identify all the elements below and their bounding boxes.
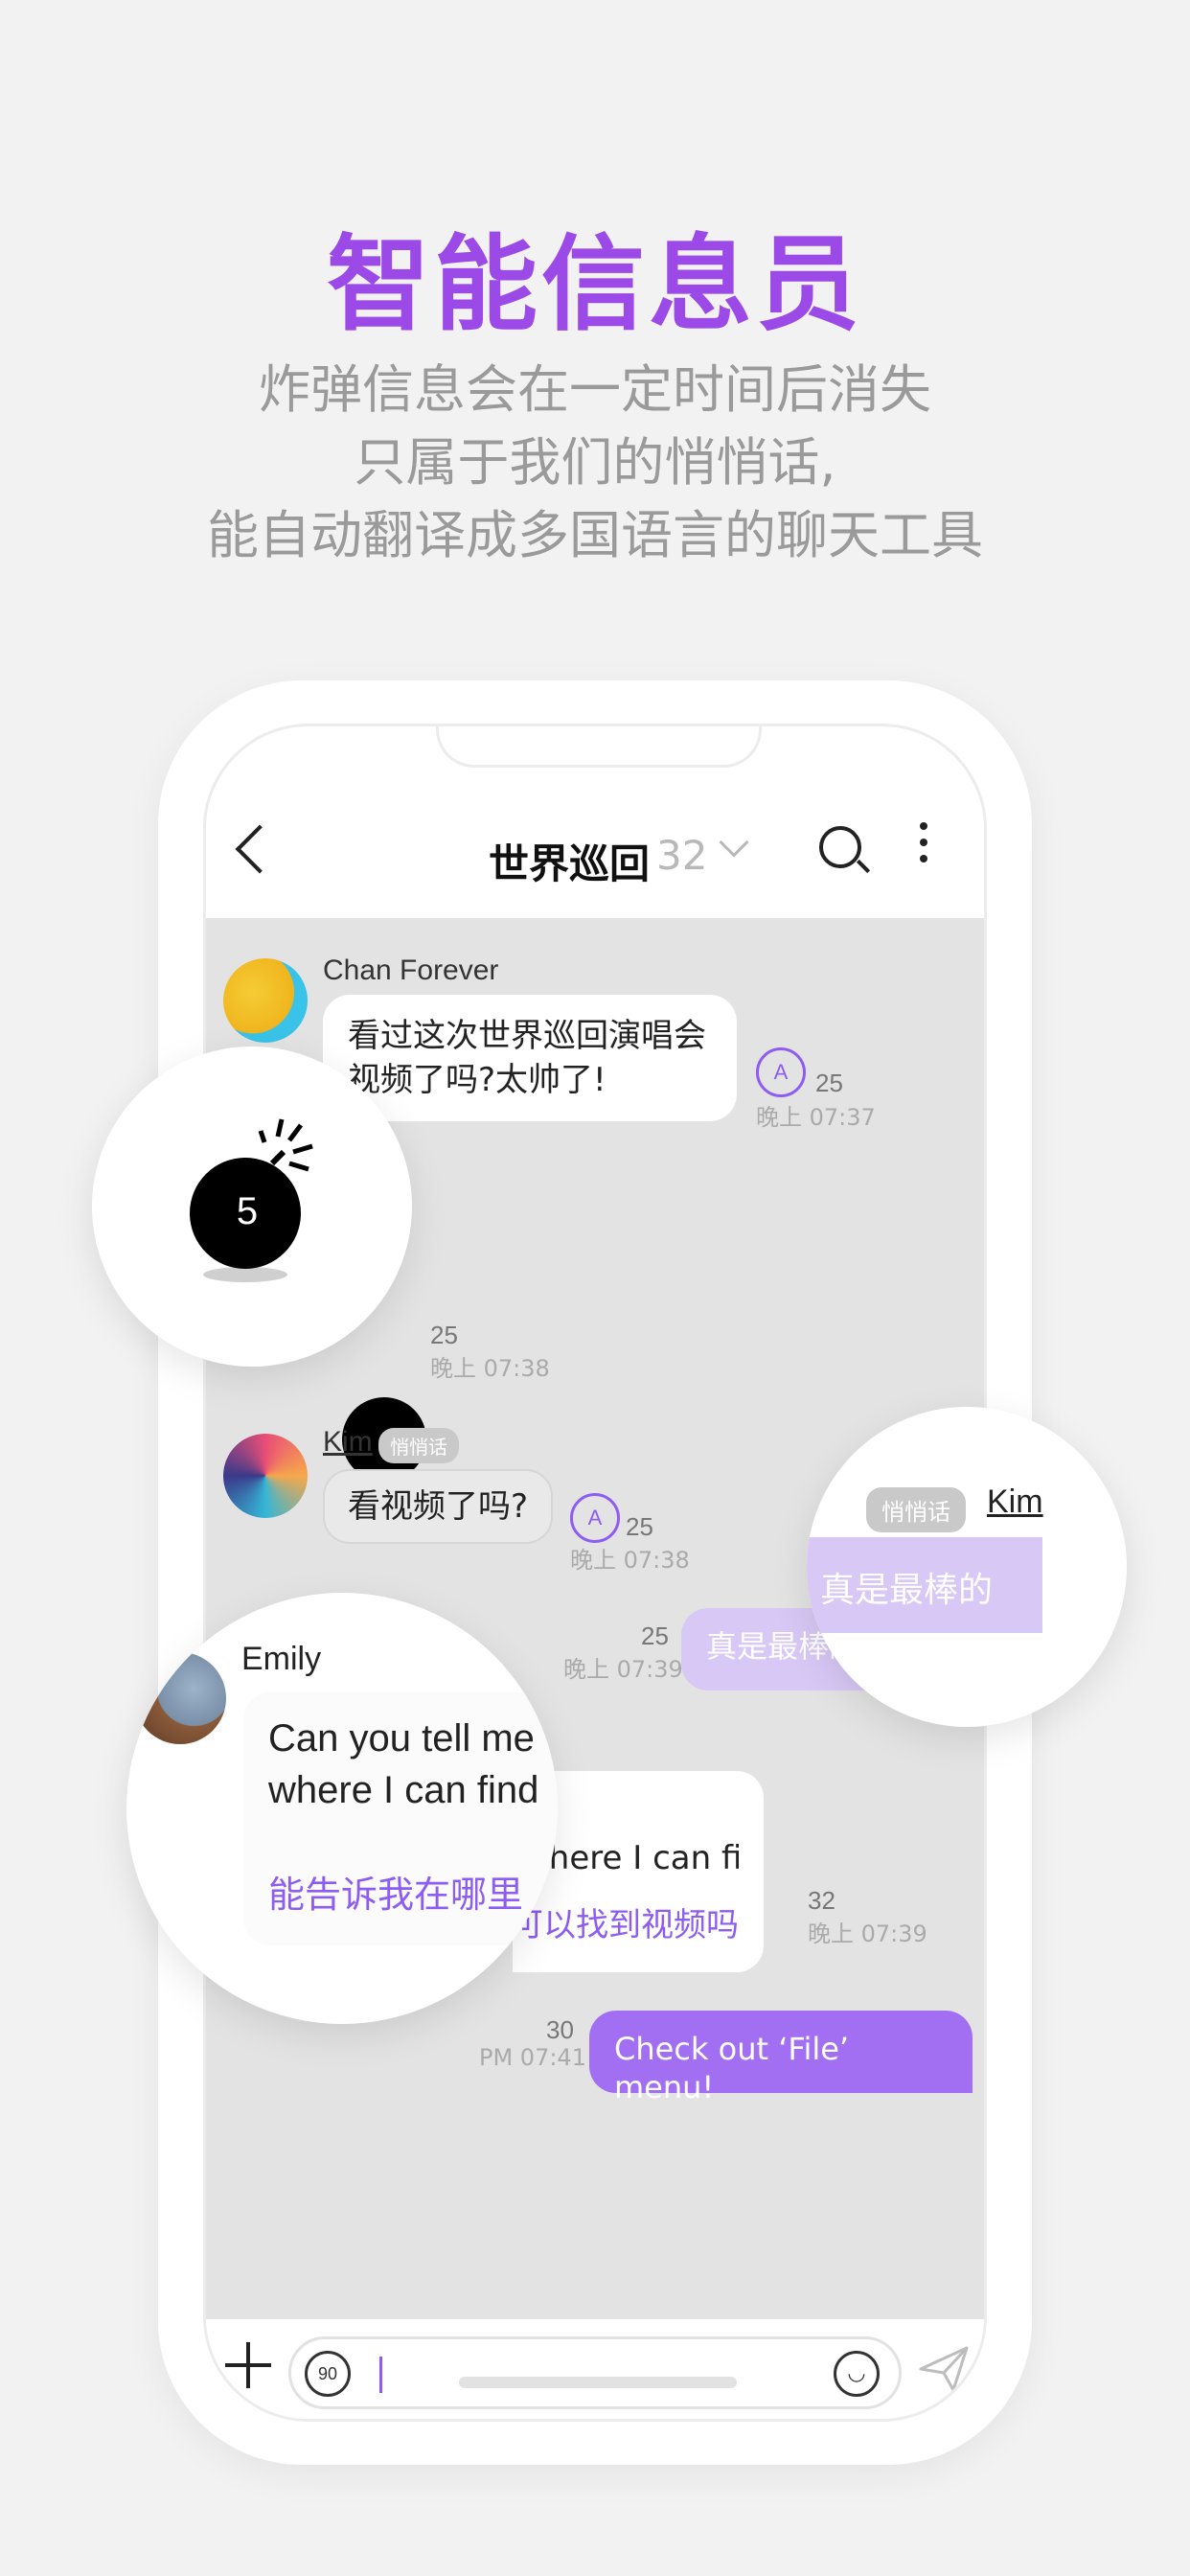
read-count: 32 [808,1886,835,1915]
bomb-count: 5 [236,1190,259,1232]
message-text-line: 看过这次世界巡回演唱会 [348,1017,706,1055]
send-icon[interactable] [915,2340,973,2398]
message-time: 晚上 07:37 [756,1104,876,1131]
message-time: 晚上 07:39 [563,1656,683,1683]
my-message-bubble[interactable]: 真是最棒的 [807,1537,1042,1633]
plus-icon[interactable] [225,2342,271,2388]
more-icon[interactable] [920,822,927,870]
message-bubble[interactable]: 看视频了吗? [323,1469,554,1544]
sender-name: Chan Forever [323,954,499,986]
emoji-icon[interactable]: ◡ [834,2351,880,2397]
message-text-line: where I can find [268,1769,539,1811]
message-time: PM 07:41 [479,2044,586,2071]
input-bar: 90 ◡ [206,2319,984,2419]
read-count: 25 [815,1069,843,1097]
avatar[interactable] [134,1652,226,1744]
message-text-line: Can you tell me [268,1717,535,1760]
search-icon[interactable] [819,826,861,868]
subline-2: 只属于我们的悄悄话, [354,432,836,493]
message-input[interactable]: 90 ◡ [288,2336,902,2409]
sender-name: Kim [987,1484,1043,1520]
avatar[interactable] [223,958,308,1043]
message-text: 看视频了吗? [348,1487,529,1526]
message-bubble[interactable]: Can you tell me where I can find 能告诉我在哪里 [243,1692,558,1945]
message-text-line: 视频了吗?太帅了! [348,1061,606,1099]
sender-name: Emily [241,1641,322,1677]
my-message-bubble[interactable]: Check out ‘File’ menu! [589,2011,973,2105]
read-count: 30 [546,2015,574,2044]
read-count: 25 [641,1622,669,1650]
chevron-down-icon[interactable] [719,827,749,858]
read-count: 25 [626,1512,653,1541]
message-time: 晚上 07:38 [430,1355,550,1382]
whisper-badge: 悄悄话 [378,1428,459,1463]
member-count[interactable]: 32 [656,832,707,879]
translate-icon[interactable]: A [570,1493,620,1543]
home-indicator [459,2377,737,2388]
message-time: 晚上 07:38 [570,1547,690,1574]
notch [436,726,762,768]
zoom-bomb-circle: 5 [92,1046,412,1367]
back-icon[interactable] [235,824,285,874]
top-bar: 世界巡回 32 [206,794,984,918]
zoom-kim-circle: 悄悄话 Kim 真是最棒的 [807,1407,1127,1727]
translation-text: 能告诉我在哪里 [268,1874,524,1916]
whisper-badge: 悄悄话 [866,1487,966,1532]
message-time: 晚上 07:39 [808,1920,927,1947]
read-count: 25 [430,1321,458,1349]
chat-title[interactable]: 世界巡回 [489,832,650,890]
message-bubble[interactable]: 看过这次世界巡回演唱会 视频了吗?太帅了! [323,995,737,1121]
subline-3: 能自动翻译成多国语言的聊天工具 [207,505,983,565]
text-caret [379,2357,382,2393]
avatar[interactable] [223,1434,308,1518]
message-text: 真是最棒的 [820,1571,994,1610]
zoom-emily-circle: Emily Can you tell me where I can find 能… [126,1593,558,2024]
message-text: Check out ‘File’ menu! [614,2031,850,2105]
subline-1: 炸弹信息会在一定时间后消失 [259,359,931,420]
headline: 智能信息员 [326,225,863,345]
sender-name: Kim [323,1426,373,1458]
translate-icon[interactable]: A [756,1047,806,1097]
bomb-timer-icon[interactable]: 90 [305,2351,351,2397]
